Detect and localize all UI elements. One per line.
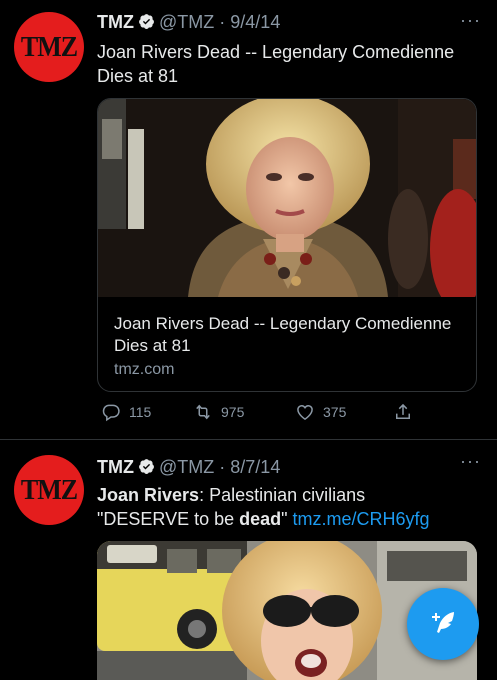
avatar[interactable]: TMZ	[14, 455, 84, 525]
compose-tweet-button[interactable]	[407, 588, 479, 660]
share-button[interactable]	[393, 402, 413, 422]
tweet-text-bold: Joan Rivers	[97, 485, 200, 505]
retweet-icon	[196, 404, 210, 420]
tweet-text-quote: "DESERVE to be	[97, 509, 240, 529]
tweet-date[interactable]: 8/7/14	[230, 457, 280, 477]
retweet-button[interactable]: 975	[193, 402, 244, 422]
tweet[interactable]: TMZ TMZ @TMZ · 9/4/14 ··· Joan Rivers Dea…	[0, 0, 497, 440]
verified-badge-icon	[139, 459, 154, 474]
compose-tweet-icon	[432, 612, 454, 633]
tweet-text-bold-word: dead	[239, 509, 282, 529]
author-name[interactable]: TMZ	[97, 12, 134, 32]
reply-count: 115	[129, 404, 152, 420]
separator-dot: ·	[219, 457, 226, 477]
heart-icon	[297, 404, 313, 420]
reply-button[interactable]: 115	[101, 402, 151, 422]
tweet-header: TMZ @TMZ · 9/4/14	[97, 10, 280, 34]
more-options-icon[interactable]: ···	[460, 451, 481, 472]
author-handle[interactable]: @TMZ	[159, 457, 214, 477]
tweet-header: TMZ @TMZ · 8/7/14	[97, 455, 280, 479]
share-icon	[396, 403, 410, 419]
like-count: 375	[323, 404, 347, 420]
like-button[interactable]: 375	[295, 402, 346, 422]
tweet-date[interactable]: 9/4/14	[230, 12, 280, 32]
separator-dot: ·	[219, 12, 226, 32]
tmz-logo: TMZ	[20, 473, 78, 506]
link-card[interactable]: Joan Rivers Dead -- Legendary Comedienne…	[97, 98, 477, 392]
photo-joan-rivers	[98, 99, 476, 297]
tweet-text: Joan Rivers Dead -- Legendary Comedienne…	[97, 42, 455, 86]
tweet-text-quote-end: "	[281, 509, 293, 529]
author-handle[interactable]: @TMZ	[159, 12, 214, 32]
tweet-text: Joan Rivers: Palestinian civilians "DESE…	[97, 483, 482, 531]
avatar[interactable]: TMZ	[14, 12, 84, 82]
more-options-icon[interactable]: ···	[460, 10, 481, 31]
tmz-logo: TMZ	[20, 30, 78, 63]
tweet-link[interactable]: tmz.me/CRH6yfg	[293, 509, 430, 529]
verified-badge-icon	[139, 14, 154, 29]
card-domain[interactable]: tmz.com	[114, 361, 174, 379]
retweet-count: 975	[221, 404, 245, 420]
author-name[interactable]: TMZ	[97, 457, 134, 477]
reply-icon	[102, 404, 120, 422]
tweet-text-rest: : Palestinian civilians	[199, 485, 366, 505]
card-title[interactable]: Joan Rivers Dead -- Legendary Comedienne…	[114, 313, 454, 357]
